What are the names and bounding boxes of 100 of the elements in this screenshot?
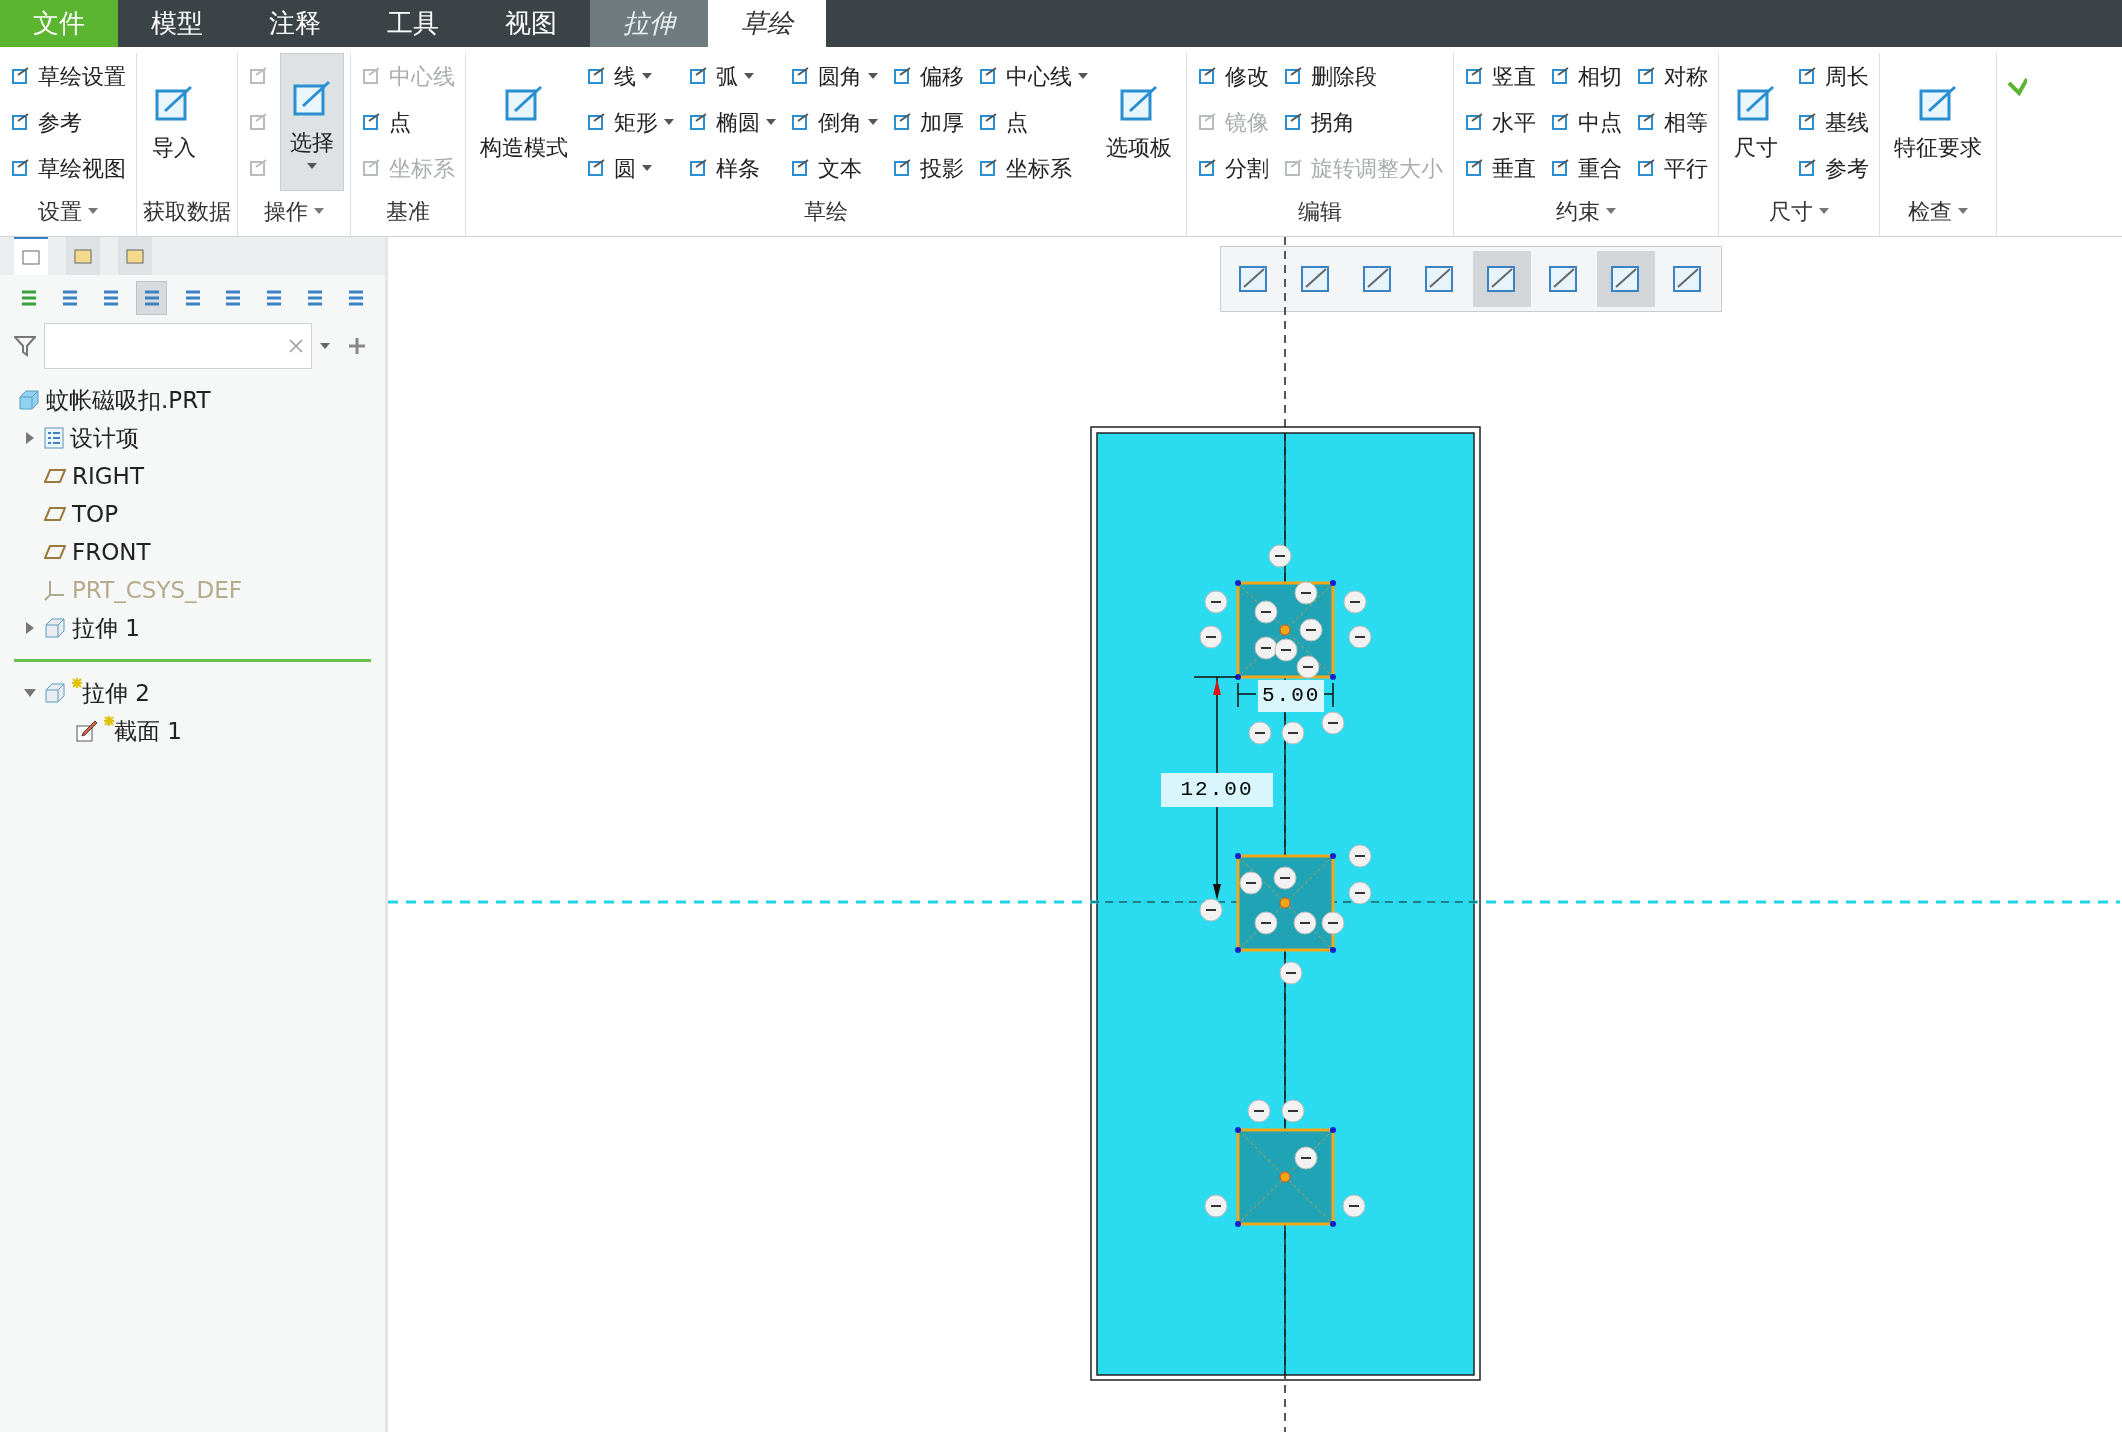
tree-item[interactable]: 拉伸 2 [72, 675, 150, 711]
constraint-icon[interactable] [1343, 590, 1367, 614]
plus-icon[interactable] [348, 337, 366, 355]
ribbon-button[interactable]: 文本 [786, 145, 882, 191]
ribbon-button[interactable]: 平行 [1632, 145, 1712, 191]
constraint-icon[interactable] [1204, 590, 1228, 614]
constraint-icon[interactable] [1299, 618, 1323, 642]
ribbon-button[interactable]: 坐标系 [974, 145, 1092, 191]
constraint-icon[interactable] [1247, 1099, 1271, 1123]
ribbon-button[interactable]: 中点 [1546, 99, 1626, 145]
ribbon-button[interactable]: 点 [357, 99, 459, 145]
tree-toolbar-button[interactable] [136, 281, 168, 315]
ribbon-button[interactable]: 草绘视图 [6, 145, 130, 191]
ribbon-large-button[interactable]: 导入 [143, 53, 205, 191]
collapse-arrow-icon[interactable] [24, 687, 36, 699]
ribbon-group-label[interactable]: 获取数据 [143, 193, 231, 229]
ribbon-button[interactable]: 圆 [582, 145, 678, 191]
ribbon-button[interactable]: 点 [974, 99, 1092, 145]
constraint-icon[interactable] [1199, 898, 1223, 922]
constraint-icon[interactable] [1348, 625, 1372, 649]
ribbon-button[interactable]: 参考 [1793, 145, 1873, 191]
view-button[interactable] [1473, 251, 1531, 307]
tree-item[interactable]: 设计项 [70, 420, 139, 456]
menu-tab[interactable]: 模型 [118, 0, 236, 47]
dimension-label[interactable]: 5.00 [1258, 680, 1325, 712]
constraint-icon[interactable] [1296, 655, 1320, 679]
ribbon-group-label[interactable]: 尺寸 [1725, 193, 1873, 229]
expand-arrow-icon[interactable] [24, 622, 36, 634]
clear-icon[interactable] [289, 339, 303, 353]
dimension-label[interactable]: 12.00 [1161, 773, 1273, 807]
constraint-icon[interactable] [1204, 1194, 1228, 1218]
ribbon-large-button[interactable]: 选择 [280, 53, 344, 191]
ribbon-group-label[interactable]: 基准 [357, 193, 459, 229]
ribbon-group-label[interactable]: 操作 [244, 193, 344, 229]
ribbon-button[interactable]: 重合 [1546, 145, 1626, 191]
ribbon-button[interactable]: 修改 [1193, 53, 1273, 99]
constraint-icon[interactable] [1274, 638, 1298, 662]
constraint-icon[interactable] [1268, 544, 1292, 568]
constraint-icon[interactable] [1254, 911, 1278, 935]
menu-tab[interactable]: 草绘 [708, 0, 826, 47]
ribbon-group-label[interactable]: 检查 [1886, 193, 1990, 229]
ribbon-button[interactable]: 线 [582, 53, 678, 99]
ribbon-group-label[interactable]: 草绘 [472, 193, 1180, 229]
constraint-icon[interactable] [1279, 961, 1303, 985]
ribbon-button[interactable]: 拐角 [1279, 99, 1447, 145]
ribbon-button[interactable]: 基线 [1793, 99, 1873, 145]
ribbon-button[interactable]: 参考 [6, 99, 130, 145]
constraint-icon[interactable] [1248, 721, 1272, 745]
constraint-icon[interactable] [1348, 881, 1372, 905]
constraint-icon[interactable] [1281, 721, 1305, 745]
view-button[interactable] [1597, 251, 1655, 307]
ribbon-group-label[interactable]: 约束 [1460, 193, 1712, 229]
constraint-icon[interactable] [1254, 636, 1278, 660]
tree-item[interactable]: FRONT [72, 534, 151, 570]
constraint-icon[interactable] [1321, 711, 1345, 735]
ribbon-button[interactable]: 相等 [1632, 99, 1712, 145]
ribbon-button[interactable]: 对称 [1632, 53, 1712, 99]
constraint-icon[interactable] [1293, 911, 1317, 935]
ribbon-button[interactable]: 样条 [684, 145, 780, 191]
expand-arrow-icon[interactable] [24, 432, 36, 444]
tree-item[interactable]: RIGHT [72, 458, 144, 494]
tree-item[interactable]: 截面 1 [104, 713, 182, 749]
ribbon-button[interactable]: 圆角 [786, 53, 882, 99]
constraint-icon[interactable] [1239, 871, 1263, 895]
ribbon-button[interactable]: 垂直 [1460, 145, 1540, 191]
constraint-icon[interactable] [1294, 1146, 1318, 1170]
constraint-icon[interactable] [1199, 625, 1223, 649]
ribbon-button[interactable]: 加厚 [888, 99, 968, 145]
constraint-icon[interactable] [1281, 1099, 1305, 1123]
ribbon-button[interactable]: 矩形 [582, 99, 678, 145]
ribbon-button[interactable]: 投影 [888, 145, 968, 191]
menu-tab[interactable]: 拉伸 [590, 0, 708, 47]
ribbon-large-button[interactable]: 特征要求 [1886, 53, 1990, 191]
ribbon-button[interactable]: 分割 [1193, 145, 1273, 191]
menu-tab[interactable]: 工具 [354, 0, 472, 47]
menu-tab[interactable]: 视图 [472, 0, 590, 47]
constraint-icon[interactable] [1294, 581, 1318, 605]
ribbon-large-button[interactable]: 选项板 [1098, 53, 1180, 191]
ribbon-button[interactable]: 相切 [1546, 53, 1626, 99]
constraint-icon[interactable] [1342, 1194, 1366, 1218]
ribbon-button[interactable]: 竖直 [1460, 53, 1540, 99]
tree-item[interactable]: TOP [72, 496, 119, 532]
filter-icon[interactable] [14, 335, 36, 357]
ribbon-button[interactable]: 草绘设置 [6, 53, 130, 99]
ribbon-group-label[interactable]: 设置 [6, 193, 130, 229]
ribbon-button[interactable]: 周长 [1793, 53, 1873, 99]
menu-tab[interactable]: 注释 [236, 0, 354, 47]
constraint-icon[interactable] [1273, 866, 1297, 890]
ribbon-button[interactable]: 偏移 [888, 53, 968, 99]
tree-item[interactable]: 拉伸 1 [72, 610, 140, 646]
ribbon-button[interactable]: 删除段 [1279, 53, 1447, 99]
ribbon-button[interactable]: 椭圆 [684, 99, 780, 145]
panel-tab[interactable] [14, 237, 48, 275]
constraint-icon[interactable] [1321, 911, 1345, 935]
ribbon-button[interactable]: 水平 [1460, 99, 1540, 145]
constraint-icon[interactable] [1254, 600, 1278, 624]
constraint-icon[interactable] [1348, 844, 1372, 868]
tree-item[interactable]: 蚊帐磁吸扣.PRT [46, 382, 211, 418]
ribbon-large-button[interactable]: 尺寸 [1725, 53, 1787, 191]
ribbon-button[interactable]: 倒角 [786, 99, 882, 145]
